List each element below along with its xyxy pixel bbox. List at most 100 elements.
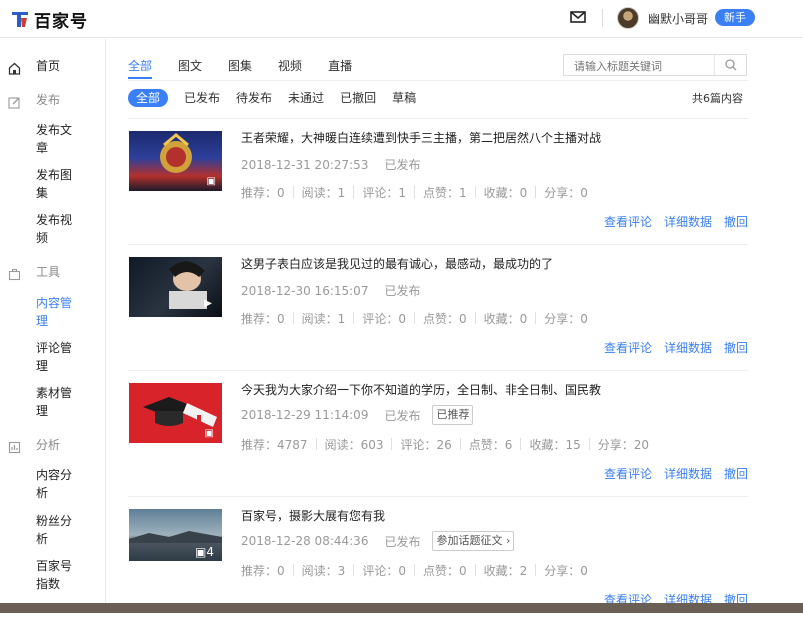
article-actions: 查看评论 详细数据 撤回 — [592, 213, 748, 230]
header-divider — [602, 9, 603, 27]
article-thumbnail[interactable]: ▶ — [129, 257, 222, 317]
article-divider — [128, 244, 748, 245]
tab-gallery[interactable]: 图集 — [228, 57, 252, 79]
article-divider — [128, 118, 748, 119]
stat-comment: 0 — [398, 564, 406, 578]
stat-favorite: 15 — [565, 438, 581, 452]
detail-data-link[interactable]: 详细数据 — [664, 213, 712, 230]
avatar[interactable] — [617, 7, 639, 29]
article-title[interactable]: 王者荣耀，大神暖白连续遭到快手三主播，第二把居然八个主播对战 — [241, 129, 601, 146]
status-filters: 全部 已发布 待发布 未通过 已撤回 草稿 — [128, 89, 432, 107]
article-thumbnail[interactable]: ▣ — [129, 131, 222, 191]
article-date: 2018-12-31 20:27:53 — [241, 157, 369, 172]
tabs-divider — [128, 80, 748, 81]
stat-share: 20 — [633, 438, 650, 452]
view-comments-link[interactable]: 查看评论 — [604, 213, 652, 230]
content-type-tabs: 全部 图文 图集 视频 直播 — [128, 57, 378, 79]
tab-video[interactable]: 视频 — [278, 57, 302, 79]
article-thumbnail[interactable]: ▣ — [129, 383, 222, 443]
stat-read: 3 — [337, 564, 346, 578]
sidebar-item-publish-gallery[interactable]: 发布图集 — [36, 166, 78, 202]
stat-label: 收藏： — [483, 564, 520, 578]
content-count: 共6篇内容 — [692, 92, 743, 105]
video-badge-icon: ▣ — [204, 428, 214, 439]
article-divider — [128, 370, 748, 371]
stat-label: 阅读： — [324, 438, 361, 452]
article-stats: 推荐：0 阅读：3 评论：0 点赞：0 收藏：2 分享：0 — [241, 562, 596, 579]
topic-tag-label: 参加话题征文 — [436, 534, 503, 547]
detail-data-link[interactable]: 详细数据 — [664, 339, 712, 356]
search-button[interactable] — [714, 55, 746, 75]
article-date: 2018-12-29 11:14:09 — [241, 408, 369, 422]
stat-label: 阅读： — [301, 312, 338, 326]
filter-withdrawn[interactable]: 已撤回 — [340, 89, 376, 107]
user-name[interactable]: 幽默小哥哥 — [648, 10, 708, 27]
withdraw-link[interactable]: 撤回 — [724, 339, 748, 356]
search-input[interactable] — [564, 56, 714, 77]
baijiahao-logo-icon — [11, 10, 29, 28]
stat-label: 评论： — [400, 438, 437, 452]
article-status: 已发布 — [384, 534, 421, 549]
home-icon — [8, 62, 21, 75]
article-date: 2018-12-28 08:44:36 — [241, 534, 369, 548]
logo[interactable]: 百家号 — [10, 7, 88, 32]
stat-share: 0 — [580, 186, 588, 200]
detail-data-link[interactable]: 详细数据 — [664, 465, 712, 482]
filter-draft[interactable]: 草稿 — [392, 89, 416, 107]
tab-article[interactable]: 图文 — [178, 57, 202, 79]
stat-label: 阅读： — [301, 564, 338, 578]
tab-all[interactable]: 全部 — [128, 57, 153, 79]
article-title[interactable]: 这男子表白应该是我见过的最有诚心，最感动，最成功的了 — [241, 255, 553, 272]
sidebar-item-home[interactable]: 首页 — [36, 57, 78, 75]
sidebar-item-publish-article[interactable]: 发布文章 — [36, 121, 78, 157]
stat-comment: 1 — [398, 186, 406, 200]
sidebar-item-fans-analysis[interactable]: 粉丝分析 — [36, 512, 78, 548]
stat-comment: 0 — [398, 312, 406, 326]
article-status: 已发布 — [384, 284, 421, 298]
analytics-icon — [8, 441, 21, 454]
play-icon: ▶ — [204, 298, 212, 309]
video-badge-icon: ▣ — [206, 176, 216, 187]
stat-label: 点赞： — [468, 438, 505, 452]
withdraw-link[interactable]: 撤回 — [724, 213, 748, 230]
new-user-badge[interactable]: 新手 — [715, 9, 755, 26]
article-title[interactable]: 今天我为大家介绍一下你不知道的学历，全日制、非全日制、国民教 — [241, 381, 601, 398]
stat-label: 分享： — [544, 186, 581, 200]
filter-all[interactable]: 全部 — [128, 89, 169, 107]
sidebar-item-content-analysis[interactable]: 内容分析 — [36, 466, 78, 502]
stat-like: 0 — [458, 564, 467, 578]
stat-like: 0 — [458, 312, 467, 326]
withdraw-link[interactable]: 撤回 — [724, 465, 748, 482]
filter-pending[interactable]: 待发布 — [236, 89, 272, 107]
article-title[interactable]: 百家号，摄影大展有您有我 — [241, 507, 385, 524]
article-stats: 推荐：4787 阅读：603 评论：26 点赞：6 收藏：15 分享：20 — [241, 436, 657, 453]
sidebar: 首页 发布 发布文章 发布图集 发布视频 工具 内容管理 评论管理 素材管理 分… — [0, 39, 106, 613]
stat-label: 收藏： — [483, 186, 520, 200]
taskbar-strip — [0, 603, 803, 613]
sidebar-item-comment-management[interactable]: 评论管理 — [36, 339, 78, 375]
stat-recommend: 4787 — [277, 438, 308, 452]
stat-recommend: 0 — [277, 564, 285, 578]
view-comments-link[interactable]: 查看评论 — [604, 339, 652, 356]
logo-text: 百家号 — [34, 11, 88, 32]
toolbox-icon — [8, 269, 21, 281]
sidebar-item-material-management[interactable]: 素材管理 — [36, 384, 78, 420]
tab-live[interactable]: 直播 — [328, 57, 352, 79]
sidebar-item-baijiahao-index[interactable]: 百家号指数 — [36, 557, 78, 593]
top-bar: 百家号 幽默小哥哥 新手 — [0, 0, 803, 38]
mail-icon[interactable] — [570, 10, 586, 24]
stat-read: 1 — [337, 186, 346, 200]
sidebar-section-tools: 工具 — [36, 265, 61, 279]
stat-label: 分享： — [544, 312, 581, 326]
view-comments-link[interactable]: 查看评论 — [604, 465, 652, 482]
stat-read: 603 — [360, 438, 384, 452]
sidebar-item-publish-video[interactable]: 发布视频 — [36, 211, 78, 247]
stat-label: 推荐： — [241, 438, 278, 452]
sidebar-item-content-management[interactable]: 内容管理 — [36, 294, 78, 330]
article-status: 已发布 — [384, 408, 421, 423]
article-thumbnail[interactable]: ▣4 — [129, 509, 222, 561]
filter-published[interactable]: 已发布 — [184, 89, 220, 107]
topic-tag[interactable]: 参加话题征文 › — [432, 531, 515, 551]
filter-rejected[interactable]: 未通过 — [288, 89, 324, 107]
article-item: ▣ 今天我为大家介绍一下你不知道的学历，全日制、非全日制、国民教 2018-12… — [128, 370, 748, 496]
